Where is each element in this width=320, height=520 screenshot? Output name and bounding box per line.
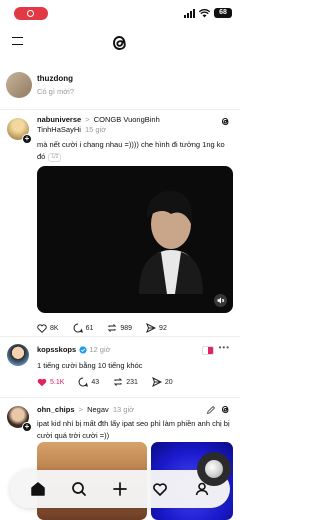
threads-small-icon[interactable] bbox=[220, 116, 231, 127]
more-options-icon[interactable]: ••• bbox=[219, 343, 230, 352]
verified-badge-icon bbox=[79, 346, 87, 354]
activity-icon bbox=[153, 483, 167, 496]
battery-indicator: 68 bbox=[214, 8, 232, 18]
new-thread-composer[interactable]: thuzdong Có gì mới? bbox=[0, 66, 240, 110]
repost-button[interactable]: 989 bbox=[107, 323, 132, 333]
post-card: kopsskops 12 giờ ••• 1 tiếng cười bằng 1… bbox=[0, 340, 240, 396]
post-author[interactable]: nabuniverse bbox=[37, 115, 81, 124]
repost-count: 231 bbox=[126, 378, 138, 386]
post-author-line: ohn_chips > Negav 13 giờ bbox=[37, 405, 134, 414]
edit-pencil-icon[interactable] bbox=[206, 405, 216, 415]
home-icon bbox=[31, 482, 45, 496]
comment-icon bbox=[78, 377, 89, 387]
post-time: 15 giờ bbox=[85, 125, 107, 134]
follow-plus-icon[interactable]: + bbox=[22, 134, 32, 144]
post-text-wrap: mà nết cười i chang nhau =)))) che hình … bbox=[37, 139, 230, 163]
comment-icon bbox=[73, 323, 83, 333]
comment-button[interactable]: 61 bbox=[73, 323, 94, 333]
record-dot-icon bbox=[27, 10, 34, 17]
signal-icon bbox=[184, 8, 195, 18]
threads-logo-icon[interactable] bbox=[109, 32, 131, 54]
post-time: 12 giờ bbox=[89, 345, 111, 354]
post-author-line: nabuniverse > CONGB VuongBinh bbox=[37, 115, 160, 124]
status-icons: 68 bbox=[184, 8, 232, 18]
post-text: 1 tiếng cười bằng 10 tiếng khóc bbox=[37, 361, 143, 370]
assistive-touch-icon bbox=[205, 460, 223, 478]
mute-button[interactable] bbox=[214, 294, 227, 307]
post-video[interactable] bbox=[37, 166, 233, 313]
share-count: 92 bbox=[159, 324, 167, 332]
repost-icon bbox=[108, 324, 117, 332]
top-nav bbox=[0, 30, 240, 56]
post-text: mà nết cười i chang nhau =)))) che hình … bbox=[37, 140, 225, 161]
post-topic-line: TinhHaSayHi 15 giờ bbox=[37, 125, 106, 134]
repost-icon bbox=[113, 378, 123, 386]
speaker-muted-icon bbox=[217, 297, 225, 304]
post-divider bbox=[0, 336, 240, 337]
post-author[interactable]: ohn_chips bbox=[37, 405, 75, 414]
chevron-right-icon: > bbox=[85, 115, 90, 124]
post-author[interactable]: kopsskops bbox=[37, 345, 76, 354]
post-actions: 8K 61 989 92 bbox=[37, 323, 167, 333]
tab-activity[interactable] bbox=[150, 479, 170, 499]
heart-icon bbox=[37, 323, 47, 333]
repost-button[interactable]: 231 bbox=[113, 377, 138, 387]
avatar bbox=[6, 72, 32, 98]
comment-count: 61 bbox=[85, 324, 94, 332]
person-photo bbox=[139, 191, 203, 294]
post-text: ipat kid nhí bị mất đth lấy ipat seo phì… bbox=[37, 419, 230, 440]
bottom-tab-bar bbox=[10, 470, 230, 508]
like-button[interactable]: 8K bbox=[37, 323, 59, 333]
share-icon bbox=[151, 377, 162, 387]
plus-icon bbox=[113, 482, 127, 496]
repost-count: 989 bbox=[120, 324, 133, 332]
tab-new-post[interactable] bbox=[110, 479, 130, 499]
image-counter: 1/2 bbox=[48, 152, 62, 162]
wifi-icon bbox=[199, 8, 210, 17]
post-time: 13 giờ bbox=[112, 405, 135, 414]
like-button[interactable]: 5.1K bbox=[37, 377, 64, 387]
share-count: 20 bbox=[164, 378, 173, 386]
assistive-touch-button[interactable] bbox=[197, 452, 231, 486]
post-author-line: kopsskops 12 giờ bbox=[37, 345, 111, 354]
share-button[interactable]: 92 bbox=[146, 323, 167, 333]
search-icon bbox=[72, 482, 86, 496]
menu-icon[interactable] bbox=[12, 37, 23, 45]
post-topic-cont[interactable]: TinhHaSayHi bbox=[37, 125, 81, 134]
avatar[interactable] bbox=[7, 344, 29, 366]
post-divider bbox=[0, 397, 240, 398]
tab-search[interactable] bbox=[69, 479, 89, 499]
heart-filled-icon bbox=[37, 378, 47, 386]
flag-sticker-icon bbox=[202, 346, 214, 355]
post-actions: 5.1K 43 231 20 bbox=[37, 377, 173, 387]
chevron-right-icon: > bbox=[78, 405, 83, 414]
like-count: 8K bbox=[50, 324, 59, 332]
composer-placeholder[interactable]: Có gì mới? bbox=[37, 87, 74, 96]
post-topic[interactable]: CONGB VuongBinh bbox=[94, 115, 160, 124]
comment-count: 43 bbox=[91, 378, 100, 386]
composer-username: thuzdong bbox=[37, 74, 73, 83]
threads-small-icon[interactable] bbox=[220, 404, 231, 415]
like-count: 5.1K bbox=[50, 378, 65, 386]
tab-home[interactable] bbox=[28, 479, 48, 499]
status-bar: 68 bbox=[0, 0, 240, 26]
follow-plus-icon[interactable]: + bbox=[22, 422, 32, 432]
screen-recording-indicator bbox=[14, 7, 48, 20]
share-button[interactable]: 20 bbox=[151, 377, 173, 387]
comment-button[interactable]: 43 bbox=[78, 377, 99, 387]
share-icon bbox=[146, 323, 157, 333]
post-topic[interactable]: Negav bbox=[87, 405, 109, 414]
